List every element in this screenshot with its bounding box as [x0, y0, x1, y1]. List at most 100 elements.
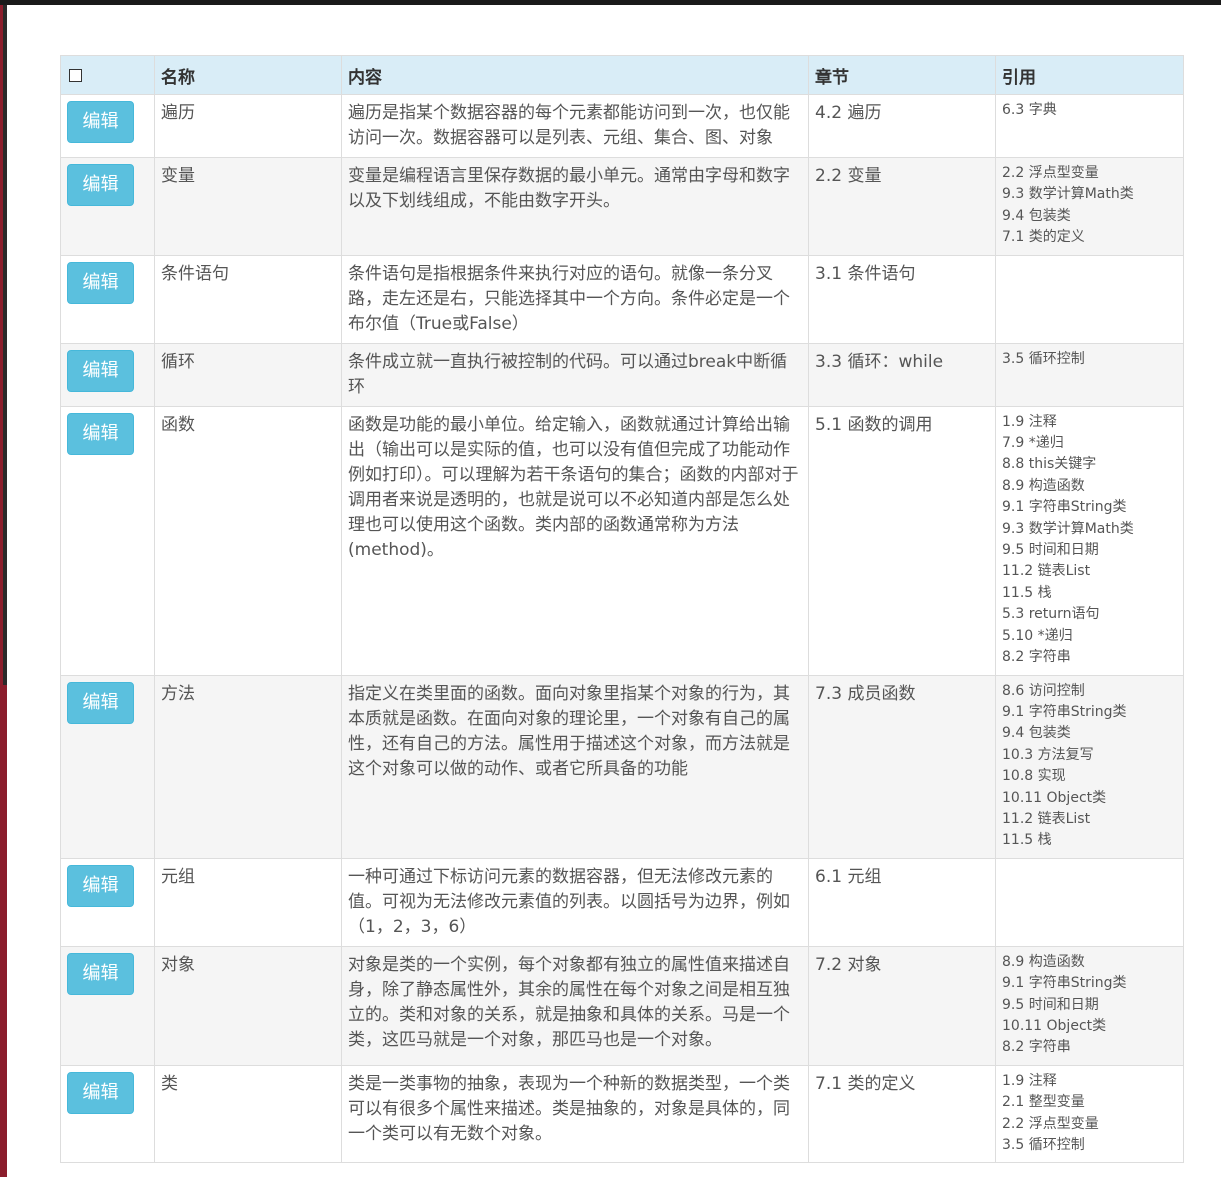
row-action-cell: 编辑 [60, 94, 155, 158]
ref-link[interactable]: 10.11 Object类 [1002, 788, 1177, 809]
cell-content: 对象是类的一个实例，每个对象都有独立的属性值来描述自身，除了静态属性外，其余的属… [341, 945, 809, 1066]
cell-content: 指定义在类里面的函数。面向对象里指某个对象的行为，其本质就是函数。在面向对象的理… [341, 674, 809, 859]
edit-button[interactable]: 编辑 [67, 681, 134, 724]
edit-button[interactable]: 编辑 [67, 952, 134, 995]
header-refs[interactable]: 引用 [995, 55, 1184, 95]
ref-link[interactable]: 10.3 方法复写 [1002, 745, 1177, 766]
ref-link[interactable]: 8.2 字符串 [1002, 647, 1177, 668]
left-edge-accent-lower [0, 685, 7, 1177]
ref-link[interactable]: 11.2 链表List [1002, 809, 1177, 830]
row-action-cell: 编辑 [60, 405, 155, 676]
edit-button[interactable]: 编辑 [67, 261, 134, 304]
ref-list: 2.2 浮点型变量 9.3 数学计算Math类 9.4 包装类 7.1 类的定义 [1002, 163, 1177, 249]
ref-link[interactable]: 11.5 栈 [1002, 583, 1177, 604]
ref-link[interactable]: 3.5 循环控制 [1002, 1135, 1177, 1156]
ref-link[interactable]: 8.9 构造函数 [1002, 476, 1177, 497]
ref-link[interactable]: 9.1 字符串String类 [1002, 702, 1177, 723]
cell-name: 循环 [154, 342, 342, 407]
header-content[interactable]: 内容 [341, 55, 809, 95]
ref-link[interactable]: 9.5 时间和日期 [1002, 540, 1177, 561]
cell-refs: 6.3 字典 [995, 94, 1184, 158]
ref-link[interactable]: 8.2 字符串 [1002, 1037, 1177, 1058]
edit-button[interactable]: 编辑 [67, 1071, 134, 1114]
ref-link[interactable]: 5.10 *递归 [1002, 626, 1177, 647]
cell-content: 条件成立就一直执行被控制的代码。可以通过break中断循环 [341, 342, 809, 407]
ref-link[interactable]: 2.2 浮点型变量 [1002, 1114, 1177, 1135]
ref-link[interactable]: 7.1 类的定义 [1002, 227, 1177, 248]
cell-content: 函数是功能的最小单位。给定输入，函数就通过计算给出输出（输出可以是实际的值，也可… [341, 405, 809, 676]
cell-refs: 3.5 循环控制 [995, 342, 1184, 407]
edit-button[interactable]: 编辑 [67, 412, 134, 455]
cell-name: 遍历 [154, 94, 342, 158]
ref-link[interactable]: 1.9 注释 [1002, 1071, 1177, 1092]
header-name[interactable]: 名称 [154, 55, 342, 95]
ref-list: 8.9 构造函数 9.1 字符串String类 9.5 时间和日期 10.11 Obj… [1002, 952, 1177, 1059]
glossary-table: 名称 内容 章节 引用 编辑 遍历 遍历是指某个数据容器的每个元素都能访问到一次，也… [60, 55, 1184, 1164]
table-row: 编辑 方法 指定义在类里面的函数。面向对象里指某个对象的行为，其本质就是函数。在面向… [60, 674, 1184, 859]
cell-chapter[interactable]: 7.1 类的定义 [808, 1064, 996, 1164]
ref-link[interactable]: 9.3 数学计算Math类 [1002, 519, 1177, 540]
ref-link[interactable]: 9.4 包装类 [1002, 206, 1177, 227]
ref-link[interactable]: 6.3 字典 [1002, 100, 1177, 121]
ref-list: 1.9 注释 2.1 整型变量 2.2 浮点型变量 3.5 循环控制 [1002, 1071, 1177, 1157]
cell-content: 遍历是指某个数据容器的每个元素都能访问到一次，也仅能访问一次。数据容器可以是列表… [341, 94, 809, 158]
cell-refs: 2.2 浮点型变量 9.3 数学计算Math类 9.4 包装类 7.1 类的定义 [995, 157, 1184, 256]
cell-name: 条件语句 [154, 254, 342, 344]
cell-chapter[interactable]: 4.2 遍历 [808, 94, 996, 158]
ref-link[interactable]: 10.8 实现 [1002, 766, 1177, 787]
table-row: 编辑 遍历 遍历是指某个数据容器的每个元素都能访问到一次，也仅能访问一次。数据容器可… [60, 94, 1184, 158]
edit-button[interactable]: 编辑 [67, 101, 134, 143]
ref-list: 6.3 字典 [1002, 100, 1177, 121]
ref-link[interactable]: 8.9 构造函数 [1002, 952, 1177, 973]
edit-button[interactable]: 编辑 [67, 164, 134, 206]
row-action-cell: 编辑 [60, 674, 155, 859]
cell-refs: 8.6 访问控制 9.1 字符串String类 9.4 包装类 10.3 方法复写 10… [995, 674, 1184, 859]
table-row: 编辑 函数 函数是功能的最小单位。给定输入，函数就通过计算给出输出（输出可以是实际的… [60, 405, 1184, 676]
header-chapter[interactable]: 章节 [808, 55, 996, 95]
ref-link[interactable]: 10.11 Object类 [1002, 1016, 1177, 1037]
cell-refs: 1.9 注释 7.9 *递归 8.8 this关键字 8.9 构造函数 9.1 字符串S… [995, 405, 1184, 676]
ref-link[interactable]: 9.1 字符串String类 [1002, 497, 1177, 518]
cell-name: 对象 [154, 945, 342, 1066]
cell-content: 类是一类事物的抽象，表现为一个种新的数据类型，一个类可以有很多个属性来描述。类是… [341, 1064, 809, 1164]
cell-content: 条件语句是指根据条件来执行对应的语句。就像一条分叉路，走左还是右，只能选择其中一… [341, 254, 809, 344]
cell-chapter[interactable]: 5.1 函数的调用 [808, 405, 996, 676]
ref-link[interactable]: 8.6 访问控制 [1002, 681, 1177, 702]
cell-name: 元组 [154, 857, 342, 947]
cell-chapter[interactable]: 7.3 成员函数 [808, 674, 996, 859]
row-action-cell: 编辑 [60, 1064, 155, 1164]
cell-chapter[interactable]: 6.1 元组 [808, 857, 996, 947]
ref-link[interactable]: 9.1 字符串String类 [1002, 973, 1177, 994]
table-header-row: 名称 内容 章节 引用 [60, 55, 1184, 95]
cell-name: 函数 [154, 405, 342, 676]
cell-chapter[interactable]: 3.1 条件语句 [808, 254, 996, 344]
ref-link[interactable]: 8.8 this关键字 [1002, 454, 1177, 475]
ref-link[interactable]: 9.4 包装类 [1002, 723, 1177, 744]
ref-link[interactable]: 9.3 数学计算Math类 [1002, 184, 1177, 205]
cell-chapter[interactable]: 2.2 变量 [808, 157, 996, 256]
row-action-cell: 编辑 [60, 857, 155, 947]
ref-link[interactable]: 9.5 时间和日期 [1002, 995, 1177, 1016]
select-all-checkbox[interactable] [69, 68, 82, 82]
cell-name: 类 [154, 1064, 342, 1164]
ref-link[interactable]: 5.3 return语句 [1002, 604, 1177, 625]
ref-list: 1.9 注释 7.9 *递归 8.8 this关键字 8.9 构造函数 9.1 字符串S… [1002, 412, 1177, 669]
ref-link[interactable]: 2.1 整型变量 [1002, 1092, 1177, 1113]
cell-name: 变量 [154, 157, 342, 256]
ref-link[interactable]: 3.5 循环控制 [1002, 349, 1177, 370]
ref-link[interactable]: 11.2 链表List [1002, 561, 1177, 582]
cell-chapter[interactable]: 7.2 对象 [808, 945, 996, 1066]
ref-link[interactable]: 2.2 浮点型变量 [1002, 163, 1177, 184]
ref-link[interactable]: 11.5 栈 [1002, 830, 1177, 851]
ref-list: 8.6 访问控制 9.1 字符串String类 9.4 包装类 10.3 方法复写 10… [1002, 681, 1177, 852]
ref-link[interactable]: 7.9 *递归 [1002, 433, 1177, 454]
edit-button[interactable]: 编辑 [67, 864, 134, 907]
ref-link[interactable]: 1.9 注释 [1002, 412, 1177, 433]
table-row: 编辑 循环 条件成立就一直执行被控制的代码。可以通过break中断循环 3.3 循环：… [60, 342, 1184, 407]
cell-content: 变量是编程语言里保存数据的最小单元。通常由字母和数字以及下划线组成，不能由数字开… [341, 157, 809, 256]
left-edge-accent [0, 5, 3, 685]
cell-content: 一种可通过下标访问元素的数据容器，但无法修改元素的值。可视为无法修改元素值的列表… [341, 857, 809, 947]
edit-button[interactable]: 编辑 [67, 349, 134, 392]
cell-chapter[interactable]: 3.3 循环：while [808, 342, 996, 407]
cell-name: 方法 [154, 674, 342, 859]
